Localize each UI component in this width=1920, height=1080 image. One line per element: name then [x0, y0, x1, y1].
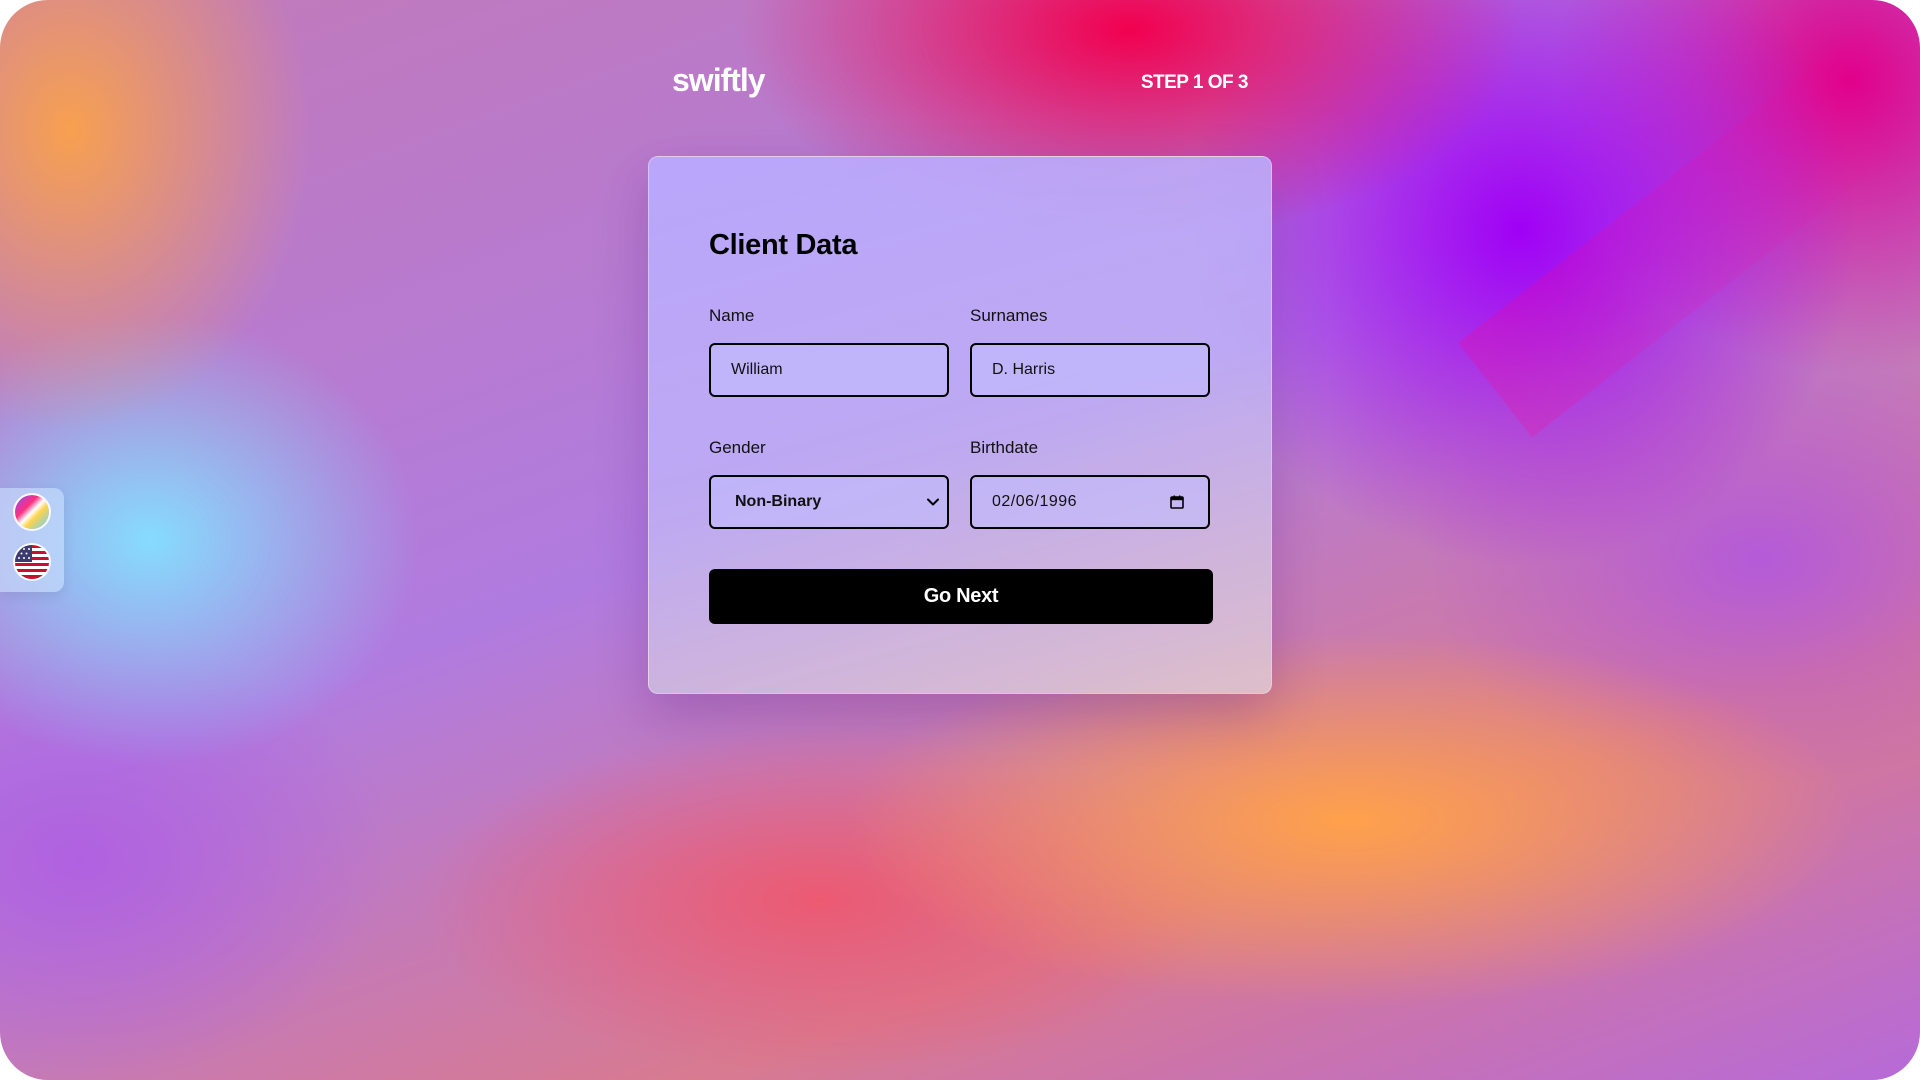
gender-value: Non-Binary	[735, 493, 822, 510]
color-palette-icon[interactable]	[15, 495, 49, 529]
gender-label: Gender	[709, 438, 766, 457]
gender-select[interactable]: Non-Binary	[709, 475, 949, 529]
birthdate-input[interactable]: 02/06/1996	[970, 475, 1210, 529]
side-panel	[0, 488, 64, 592]
calendar-icon[interactable]	[1170, 495, 1184, 509]
surnames-input[interactable]: D. Harris	[970, 343, 1210, 397]
us-flag-icon[interactable]	[15, 545, 49, 579]
go-next-button[interactable]: Go Next	[709, 569, 1213, 624]
name-value: William	[731, 361, 783, 378]
name-label: Name	[709, 306, 755, 325]
card-title: Client Data	[709, 229, 858, 261]
header: swiftly STEP 1 OF 3	[672, 62, 1249, 106]
step-indicator: STEP 1 OF 3	[1140, 72, 1249, 93]
name-input[interactable]: William	[709, 343, 949, 397]
birthdate-label: Birthdate	[970, 438, 1039, 457]
birthdate-value: 02/06/1996	[992, 493, 1078, 510]
surnames-label: Surnames	[970, 306, 1048, 325]
client-data-card: Client Data Name William Surnames D. Har…	[648, 156, 1272, 694]
app-background: swiftly STEP 1 OF 3 Client Data Name Wil…	[0, 0, 1920, 1080]
chevron-down-icon	[927, 498, 939, 506]
logo: swiftly	[672, 62, 766, 98]
surnames-value: D. Harris	[992, 361, 1056, 378]
